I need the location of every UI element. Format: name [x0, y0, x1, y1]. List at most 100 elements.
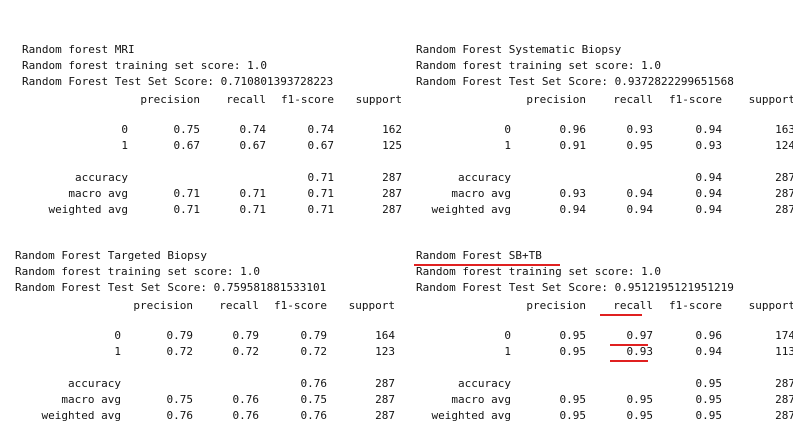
precision-value: 0.75 — [173, 123, 201, 136]
recall-value: 0.95 — [626, 139, 654, 152]
recall-value: 0.76 — [232, 393, 260, 406]
precision-value: 0.94 — [559, 203, 587, 216]
recall-value: 0.79 — [232, 329, 260, 342]
support-header: support — [355, 93, 402, 106]
summary-label: weighted avg — [48, 203, 128, 216]
summary-label: accuracy — [75, 171, 128, 184]
model-title: Random Forest Systematic Biopsy — [416, 43, 622, 56]
support-value: 287 — [375, 377, 395, 390]
precision-value: 0.95 — [559, 393, 587, 406]
support-value: 124 — [775, 139, 793, 152]
recall-header: recall — [613, 93, 653, 106]
f1-score-header: f1-score — [281, 93, 334, 106]
f1-score-value: 0.95 — [695, 393, 723, 406]
f1-score-value: 0.94 — [695, 203, 723, 216]
f1-score-header: f1-score — [669, 93, 722, 106]
support-value: 287 — [775, 187, 793, 200]
test-score-line: Random Forest Test Set Score: 0.71080139… — [22, 75, 334, 88]
class-label: 1 — [504, 139, 511, 152]
class-label: 1 — [114, 345, 121, 358]
support-value: 287 — [775, 377, 793, 390]
recall-value: 0.71 — [239, 187, 267, 200]
f1-score-value: 0.72 — [300, 345, 328, 358]
support-value: 163 — [775, 123, 793, 136]
f1-score-value: 0.75 — [300, 393, 328, 406]
precision-value: 0.96 — [559, 123, 587, 136]
summary-label: accuracy — [458, 377, 511, 390]
f1-score-header: f1-score — [669, 299, 722, 312]
model-title: Random Forest SB+TB — [416, 249, 542, 262]
precision-header: precision — [526, 299, 586, 312]
support-header: support — [748, 93, 793, 106]
recall-value: 0.74 — [239, 123, 267, 136]
f1-score-value: 0.94 — [695, 187, 723, 200]
precision-header: precision — [133, 299, 193, 312]
support-value: 125 — [382, 139, 402, 152]
recall-value: 0.95 — [626, 393, 654, 406]
recall-header: recall — [226, 93, 266, 106]
precision-value: 0.95 — [559, 409, 587, 422]
model-title: Random Forest Targeted Biopsy — [15, 249, 208, 262]
test-score-line: Random Forest Test Set Score: 0.75958188… — [15, 281, 327, 294]
precision-value: 0.67 — [173, 139, 201, 152]
support-value: 174 — [775, 329, 793, 342]
support-value: 287 — [375, 393, 395, 406]
support-value: 162 — [382, 123, 402, 136]
precision-header: precision — [526, 93, 586, 106]
red-underline-annotation — [600, 314, 642, 316]
precision-value: 0.75 — [166, 393, 194, 406]
recall-value: 0.71 — [239, 203, 267, 216]
f1-score-value: 0.94 — [695, 123, 723, 136]
support-value: 113 — [775, 345, 793, 358]
f1-score-value: 0.95 — [695, 409, 723, 422]
support-header: support — [748, 299, 793, 312]
support-value: 287 — [382, 203, 402, 216]
classification-report-panel: Random Forest Targeted Biopsy Random fore… — [15, 248, 395, 433]
f1-score-value: 0.71 — [307, 203, 335, 216]
f1-score-value: 0.95 — [695, 377, 723, 390]
summary-label: accuracy — [68, 377, 121, 390]
training-score-line: Random forest training set score: 1.0 — [22, 59, 268, 72]
f1-score-value: 0.96 — [695, 329, 723, 342]
support-value: 123 — [375, 345, 395, 358]
support-value: 287 — [382, 187, 402, 200]
f1-score-value: 0.93 — [695, 139, 723, 152]
class-label: 0 — [504, 329, 511, 342]
precision-value: 0.72 — [166, 345, 194, 358]
summary-label: weighted avg — [431, 203, 511, 216]
recall-value: 0.94 — [626, 187, 654, 200]
summary-label: weighted avg — [431, 409, 511, 422]
recall-value: 0.93 — [626, 123, 654, 136]
precision-value: 0.79 — [166, 329, 194, 342]
class-label: 1 — [121, 139, 128, 152]
recall-value: 0.95 — [626, 409, 654, 422]
model-title: Random forest MRI — [22, 43, 135, 56]
precision-value: 0.91 — [559, 139, 587, 152]
support-value: 287 — [382, 171, 402, 184]
recall-value: 0.97 — [626, 329, 654, 342]
precision-value: 0.93 — [559, 187, 587, 200]
training-score-line: Random forest training set score: 1.0 — [15, 265, 261, 278]
f1-score-header: f1-score — [274, 299, 327, 312]
summary-label: macro avg — [451, 393, 511, 406]
training-score-line: Random forest training set score: 1.0 — [416, 59, 662, 72]
support-value: 287 — [775, 171, 793, 184]
support-value: 287 — [375, 409, 395, 422]
precision-value: 0.71 — [173, 203, 201, 216]
classification-report-panel: Random Forest SB+TB Random forest trainin… — [414, 248, 793, 433]
class-label: 0 — [504, 123, 511, 136]
f1-score-value: 0.67 — [307, 139, 335, 152]
test-score-line: Random Forest Test Set Score: 0.93728222… — [416, 75, 734, 88]
support-header: support — [348, 299, 395, 312]
test-score-line: Random Forest Test Set Score: 0.95121951… — [416, 281, 734, 294]
f1-score-value: 0.94 — [695, 345, 723, 358]
f1-score-value: 0.71 — [307, 187, 335, 200]
red-underline-annotation — [414, 264, 560, 266]
class-label: 0 — [114, 329, 121, 342]
classification-report-panel: Random forest MRI Random forest training … — [22, 42, 402, 227]
training-score-line: Random forest training set score: 1.0 — [416, 265, 662, 278]
precision-value: 0.95 — [559, 329, 587, 342]
summary-label: macro avg — [451, 187, 511, 200]
precision-value: 0.95 — [559, 345, 587, 358]
support-value: 164 — [375, 329, 395, 342]
